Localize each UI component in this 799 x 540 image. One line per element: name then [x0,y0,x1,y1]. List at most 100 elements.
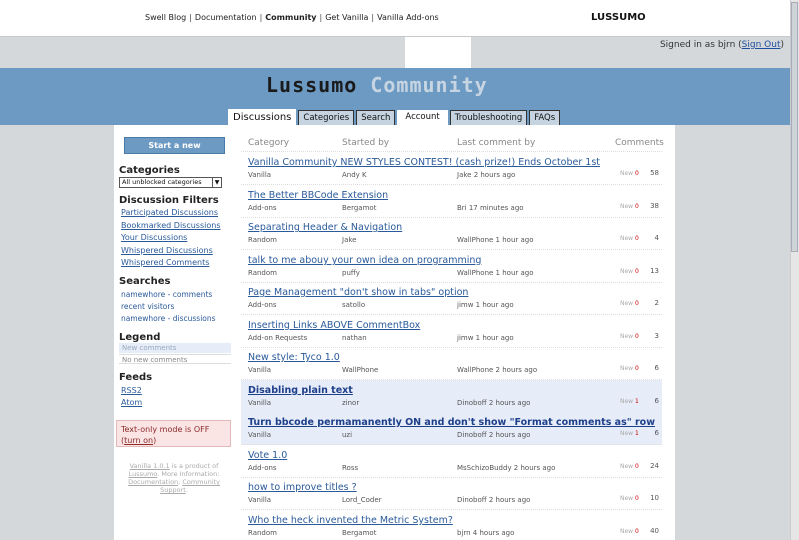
legend-new-comments: New comments [119,343,231,353]
turn-on-link[interactable]: turn on [124,436,153,445]
topnav-documentation[interactable]: Documentation [195,13,257,22]
new-count: 0 [635,333,639,340]
discussion-title[interactable]: New style: Tyco 1.0 [248,352,340,363]
new-label: New [620,170,634,177]
tab-search[interactable]: Search [356,110,396,126]
discussion-title[interactable]: Disabling plain text [248,385,353,396]
discussion-row[interactable]: Separating Header & Navigation Random Jake… [241,217,662,250]
comment-count: 6 [654,429,659,437]
filter-whispered-discussions[interactable]: Whispered Discussions [121,246,213,255]
saved-search-1[interactable]: namewhore - comments [121,290,212,299]
discussion-title[interactable]: Vote 1.0 [248,450,287,461]
new-comments-badge: New 0 [620,300,639,307]
discussion-row[interactable]: Turn bbcode permamanently ON and don't s… [241,412,662,445]
documentation-link[interactable]: Documentation [128,478,178,486]
new-comments-badge: New 0 [620,170,639,177]
comment-count: 24 [650,462,659,470]
filter-participated[interactable]: Participated Discussions [121,208,218,217]
discussion-row[interactable]: Page Management "don't show in tabs" opt… [241,282,662,315]
discussion-title[interactable]: Page Management "don't show in tabs" opt… [248,287,468,298]
discussion-title[interactable]: Turn bbcode permamanently ON and don't s… [248,417,655,428]
discussion-last-comment: WallPhone 1 hour ago [457,269,534,277]
new-comments-badge: New 1 [620,430,639,437]
category-select-value: All unblocked categories [122,178,202,186]
new-label: New [620,300,634,307]
discussion-title[interactable]: Inserting Links ABOVE CommentBox [248,320,420,331]
discussion-row[interactable]: Inserting Links ABOVE CommentBox Add-on R… [241,315,662,348]
discussion-started-by: Lord_Coder [342,496,382,504]
discussion-row[interactable]: The Better BBCode Extension Add-ons Bergam… [241,185,662,218]
separator: | [319,13,323,22]
saved-search-2[interactable]: recent visitors [121,302,174,311]
discussion-title[interactable]: The Better BBCode Extension [248,190,388,201]
tab-discussions[interactable]: Discussions [228,109,297,126]
discussion-started-by: puffy [342,269,360,277]
brand-logo[interactable]: LUSSUMO [591,12,646,23]
saved-search-3[interactable]: namewhore - discussions [121,314,216,323]
discussion-title[interactable]: Separating Header & Navigation [248,222,402,233]
column-header-category: Category [248,138,290,148]
tab-troubleshooting[interactable]: Troubleshooting [449,110,528,126]
column-header-comments: Comments [615,138,664,148]
new-comments-badge: New 1 [620,398,639,405]
vanilla-version-link[interactable]: Vanilla 1.0.1 [130,462,170,470]
start-discussion-button[interactable]: Start a new discussion [124,137,225,165]
feed-atom[interactable]: Atom [121,398,142,407]
new-count: 1 [635,430,639,437]
discussion-last-comment: Dinoboff 2 hours ago [457,431,531,439]
discussion-title[interactable]: how to improve titles ? [248,482,357,493]
filter-your-discussions[interactable]: Your Discussions [121,233,187,242]
discussion-title[interactable]: Who the heck invented the Metric System? [248,515,453,526]
new-count: 0 [635,365,639,372]
discussion-category: Vanilla [248,399,272,407]
filter-whispered-comments[interactable]: Whispered Comments [121,258,209,267]
discussion-title[interactable]: talk to me abouy your own idea on progra… [248,255,481,266]
discussion-row[interactable]: Disabling plain text Vanilla zinor Dinoboff… [241,380,662,413]
new-count: 0 [635,463,639,470]
discussion-category: Vanilla [248,431,272,439]
discussion-row[interactable]: Vote 1.0 Add-ons Ross MsSchizoBuddy 2 hours… [241,445,662,478]
discussion-last-comment: WallPhone 1 hour ago [457,236,534,244]
filters-heading: Discussion Filters [119,195,219,206]
discussion-row[interactable]: Vanilla Community NEW STYLES CONTEST! (c… [241,152,662,185]
topnav-get-vanilla[interactable]: Get Vanilla [325,13,368,22]
topnav-community[interactable]: Community [265,13,316,22]
discussion-last-comment: bjrn 4 hours ago [457,529,515,537]
discussion-last-comment: WallPhone 2 hours ago [457,366,538,374]
discussion-last-comment: MsSchizoBuddy 2 hours ago [457,464,556,472]
filter-bookmarked[interactable]: Bookmarked Discussions [121,221,221,230]
discussion-started-by: zinor [342,399,360,407]
tab-faqs[interactable]: FAQs [529,110,561,126]
discussion-category: Add-ons [248,301,277,309]
site-title-sub: Community [370,73,488,97]
discussion-row[interactable]: talk to me abouy your own idea on progra… [241,250,662,283]
discussion-last-comment: jimw 1 hour ago [457,334,514,342]
discussion-title[interactable]: Vanilla Community NEW STYLES CONTEST! (c… [248,157,600,168]
lussumo-link[interactable]: Lussumo [129,470,158,478]
new-label: New [620,463,634,470]
new-comments-badge: New 0 [620,268,639,275]
searches-heading: Searches [119,276,171,287]
comment-count: 58 [650,169,659,177]
scrollbar-thumb[interactable] [791,2,798,252]
category-select[interactable]: All unblocked categories ▼ [119,177,222,188]
topnav-addons[interactable]: Vanilla Add-ons [377,13,439,22]
chevron-down-icon[interactable]: ▼ [212,178,221,187]
topnav-swell-blog[interactable]: Swell Blog [145,13,186,22]
top-nav: Swell Blog | Documentation | Community | Get V… [145,13,439,22]
discussion-row[interactable]: how to improve titles ? Vanilla Lord_Coder… [241,477,662,510]
tab-categories[interactable]: Categories [298,110,355,126]
discussion-category: Add-ons [248,464,277,472]
discussion-row[interactable]: New style: Tyco 1.0 Vanilla WallPhone WallP… [241,347,662,380]
feed-rss2[interactable]: RSS2 [121,386,142,395]
discussion-last-comment: Dinoboff 2 hours ago [457,399,531,407]
discussion-started-by: uzi [342,431,353,439]
site-title[interactable]: Lussumo Community [266,73,488,97]
tab-account[interactable]: Account [397,110,448,126]
new-label: New [620,203,634,210]
new-comments-badge: New 0 [620,203,639,210]
discussion-last-comment: Bri 17 minutes ago [457,204,524,212]
sign-out-link[interactable]: Sign Out [742,40,781,50]
discussion-row[interactable]: Who the heck invented the Metric System?… [241,510,662,540]
discussion-started-by: WallPhone [342,366,379,374]
